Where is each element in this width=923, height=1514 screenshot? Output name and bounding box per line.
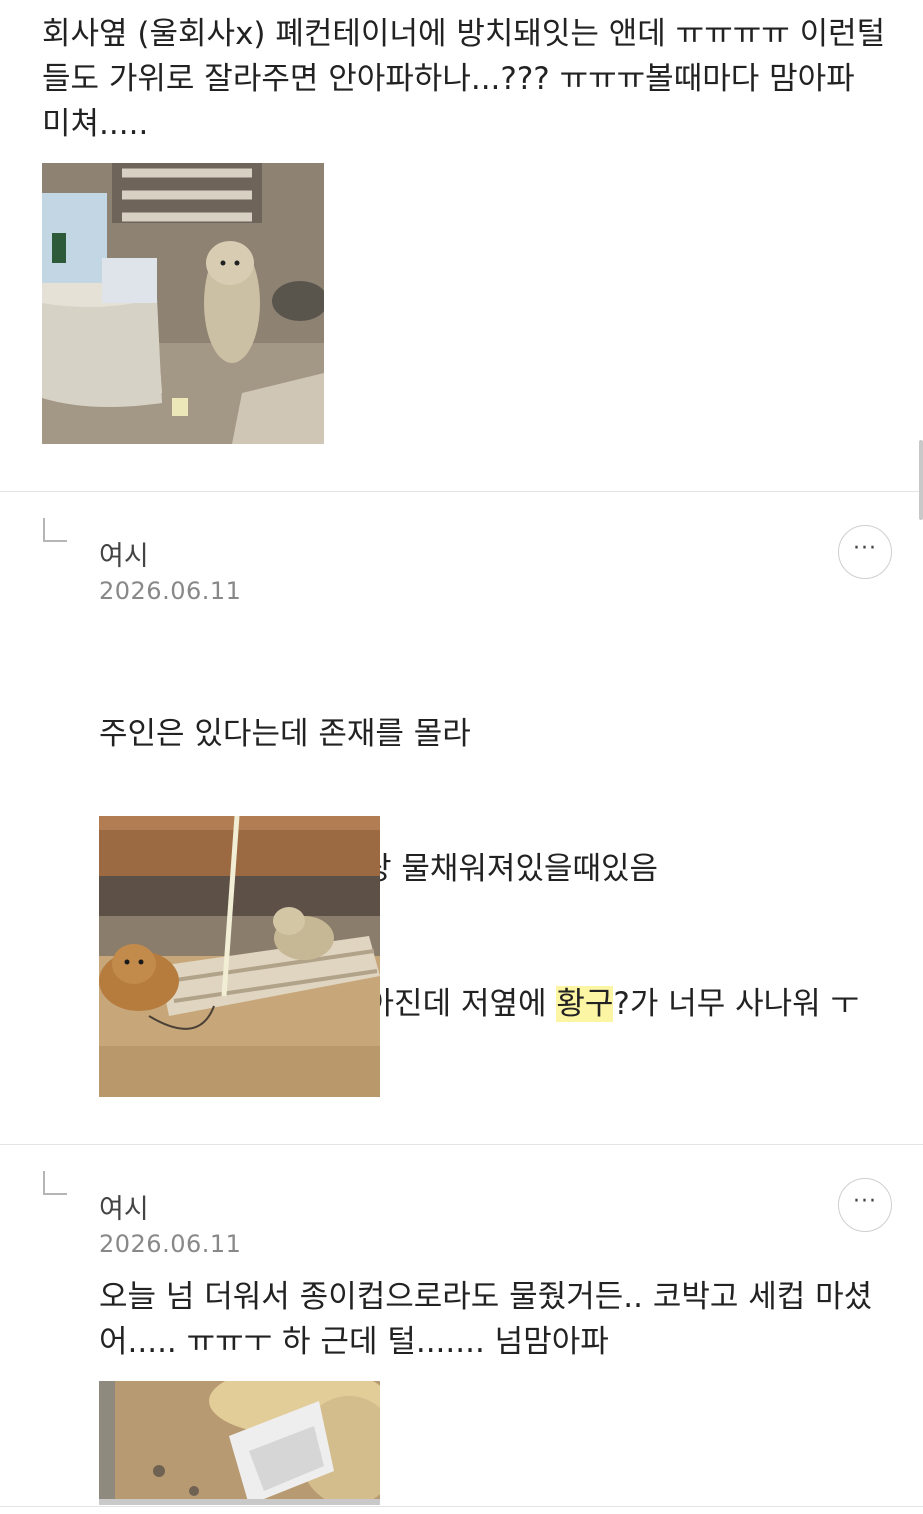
scrollbar[interactable] <box>919 440 923 520</box>
comment-photo[interactable] <box>99 816 380 1097</box>
divider <box>0 1144 923 1145</box>
photo-dog-cup-icon <box>99 1381 380 1505</box>
reply-indent-icon <box>43 1171 67 1195</box>
photo-small-dog-icon <box>42 163 324 444</box>
post-text: 회사옆 (울회사x) 폐컨테이너에 방치돼잇는 앤데 ㅠㅠㅠㅠ 이런털들도 가위… <box>42 16 886 142</box>
post-photo[interactable] <box>42 163 324 444</box>
comment-text: 오늘 넘 더워서 종이컵으로라도 물줬거든.. 코박고 세컵 마셨어..... … <box>99 1279 873 1360</box>
divider <box>0 1506 923 1507</box>
divider <box>0 491 923 492</box>
more-options-button[interactable]: ··· <box>838 525 892 579</box>
comment-author[interactable]: 여시 <box>99 534 149 573</box>
photo-two-dogs-icon <box>99 816 380 1097</box>
comment-date: 2026.06.11 <box>99 1230 242 1258</box>
highlighted-word: 황구 <box>556 986 614 1022</box>
comment-line: 주인은 있다는데 존재를 몰라 <box>99 716 471 752</box>
more-options-icon: ··· <box>853 536 877 561</box>
more-options-icon: ··· <box>853 1189 877 1214</box>
comment-date: 2026.06.11 <box>99 577 242 605</box>
reply-indent-icon <box>43 518 67 542</box>
comment-author[interactable]: 여시 <box>99 1187 149 1226</box>
more-options-button[interactable]: ··· <box>838 1178 892 1232</box>
comment-photo[interactable] <box>99 1381 380 1505</box>
